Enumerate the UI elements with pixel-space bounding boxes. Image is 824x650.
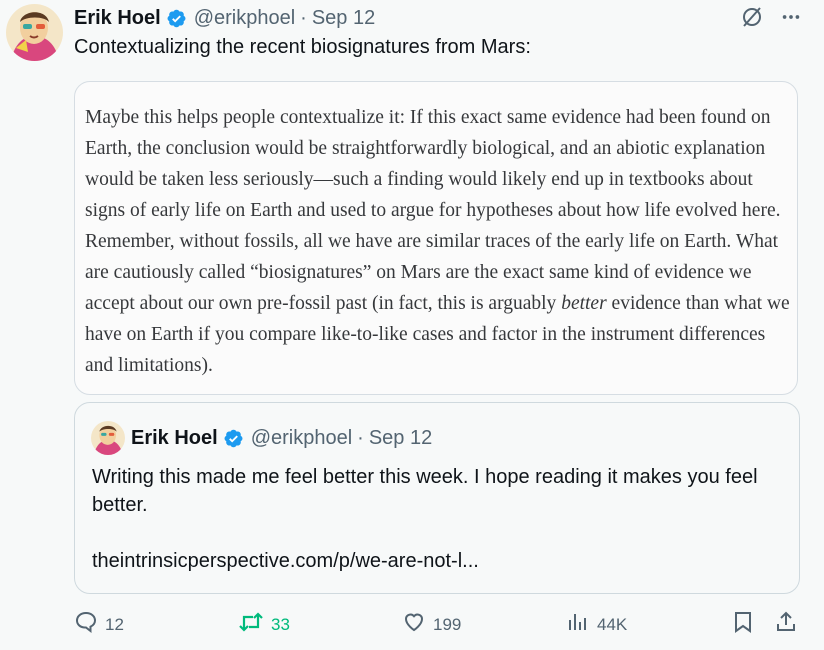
avatar[interactable] [6,4,63,61]
like-count: 199 [433,614,462,634]
like-icon [402,610,433,639]
quote-image-text: Maybe this helps people contextualize it… [85,107,790,376]
quoted-tweet[interactable]: Erik Hoel @erikphoel · Sep 12 Writing th… [74,402,800,594]
separator: · [357,426,364,449]
reply-count: 12 [105,614,124,634]
grok-icon[interactable] [740,5,764,34]
more-icon[interactable] [780,6,802,33]
reply-icon [74,610,105,639]
repost-count: 33 [271,614,290,634]
quoted-avatar [91,421,125,455]
author-handle[interactable]: @erikphoel [194,7,295,30]
bookmark-icon [732,610,761,639]
author-name[interactable]: Erik Hoel [74,7,161,30]
quoted-author-name: Erik Hoel [131,426,218,449]
verified-badge-icon [223,428,244,449]
separator: · [300,6,307,29]
share-icon [774,610,805,639]
like-button[interactable]: 199 [402,610,461,639]
repost-button[interactable]: 33 [238,610,290,639]
repost-icon [238,610,271,639]
quoted-date: Sep 12 [368,426,433,449]
views-icon [566,610,597,639]
tweet-date[interactable]: Sep 12 [312,7,375,30]
views-button[interactable]: 44K [566,610,627,639]
verified-badge-icon [166,8,187,29]
quoted-author-handle: @erikphoel [250,426,353,449]
quoted-tweet-header: Erik Hoel @erikphoel · Sep 12 [91,421,432,455]
tweet-header: Erik Hoel @erikphoel · Sep 12 [74,4,375,32]
tweet-text: Contextualizing the recent biosignatures… [74,36,531,58]
quoted-tweet-text: Writing this made me feel better this we… [92,466,758,516]
reply-button[interactable]: 12 [74,610,124,639]
share-button[interactable] [774,610,805,639]
quoted-tweet-link[interactable]: theintrinsicperspective.com/p/we-are-not… [92,550,479,573]
attached-image[interactable]: Maybe this helps people contextualize it… [74,81,798,395]
action-bar: 12 33 199 44K [74,610,804,640]
tweet-top-actions [740,5,802,34]
bookmark-button[interactable] [732,610,761,639]
views-count: 44K [597,614,628,634]
